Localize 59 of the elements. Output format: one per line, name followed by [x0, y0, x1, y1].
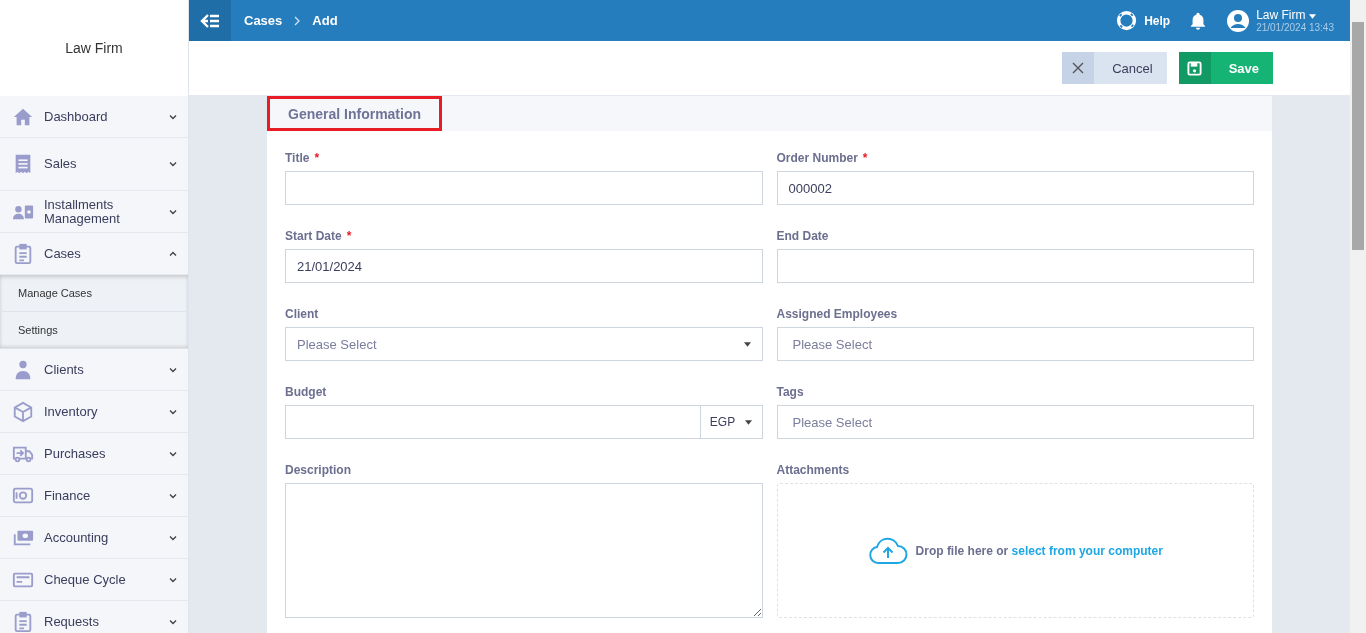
close-icon [1072, 62, 1085, 74]
sidebar-item[interactable]: Clients [0, 349, 188, 391]
back-arrow-icon [200, 12, 220, 29]
field-label: Tags [776, 385, 805, 401]
required-asterisk: * [862, 151, 868, 165]
field-label: Title * [285, 151, 321, 167]
help-link[interactable]: Help [1116, 10, 1171, 31]
breadcrumb-link[interactable]: Cases [244, 13, 283, 28]
submenu-item[interactable]: Manage Cases [0, 275, 188, 312]
box-icon [12, 400, 34, 423]
multi-select-field[interactable]: Please Select [776, 405, 1254, 439]
currency-dropdown[interactable]: EGP [700, 405, 763, 439]
sidebar-item[interactable]: Sales [0, 138, 188, 191]
text-input-field[interactable] [285, 171, 763, 205]
lifebuoy-icon [1116, 10, 1138, 31]
sidebar-item[interactable]: Requests [0, 601, 188, 633]
field-label: End Date [776, 229, 830, 245]
field-label: Assigned Employees [776, 307, 899, 323]
field-label: Order Number * [776, 151, 869, 167]
user-avatar-icon [1226, 8, 1251, 33]
text-input-field[interactable]: 21/01/2024 [285, 249, 763, 283]
user-menu[interactable]: Law Firm 21/01/2024 13:43 [1226, 8, 1334, 33]
field-label: Start Date * [285, 229, 353, 245]
sidebar-item[interactable]: Purchases [0, 433, 188, 475]
sidebar-item[interactable]: Inventory [0, 391, 188, 433]
sidebar-item[interactable]: Accounting [0, 517, 188, 559]
sidebar-item[interactable]: Installments Management [0, 191, 188, 233]
clipboard-icon [12, 242, 34, 265]
dropzone-text: Drop file here or select from your computer [915, 543, 1163, 558]
amount-input-field[interactable] [285, 405, 701, 439]
file-dropzone[interactable]: Drop file here or select from your computer [776, 483, 1254, 618]
breadcrumb-separator-icon [294, 15, 301, 26]
text-input-field[interactable]: 000002 [776, 171, 1254, 205]
submenu-item[interactable]: Settings [0, 312, 188, 349]
field-label: Description [285, 463, 352, 479]
description-textarea[interactable] [285, 483, 763, 618]
required-asterisk: * [314, 151, 320, 165]
field-label: Client [285, 307, 320, 323]
field-label: Attachments [776, 463, 851, 479]
brand-name: Law Firm [65, 40, 123, 56]
cloud-upload-icon [867, 536, 908, 565]
caret-icon [1308, 14, 1316, 19]
caret-icon [745, 419, 753, 425]
cancel-button[interactable]: Cancel [1062, 52, 1167, 84]
clipboard-icon [12, 610, 34, 633]
required-asterisk: * [346, 229, 352, 243]
section-title: General Information [267, 96, 443, 131]
breadcrumb-link[interactable]: Add [312, 13, 338, 28]
scrollbar[interactable] [1350, 0, 1366, 633]
menu-toggle-button[interactable] [189, 0, 231, 41]
text-input-field[interactable] [776, 249, 1254, 283]
field-label: Budget [285, 385, 328, 401]
multi-select-field[interactable]: Please Select [776, 327, 1254, 361]
sidebar-item[interactable]: Finance [0, 475, 188, 517]
sidebar-item[interactable]: Cheque Cycle [0, 559, 188, 601]
select-dropdown[interactable]: Please Select [285, 327, 763, 361]
sidebar-item[interactable]: Dashboard [0, 96, 188, 138]
chevron-down-icon [168, 159, 178, 169]
caret-icon [743, 341, 751, 347]
